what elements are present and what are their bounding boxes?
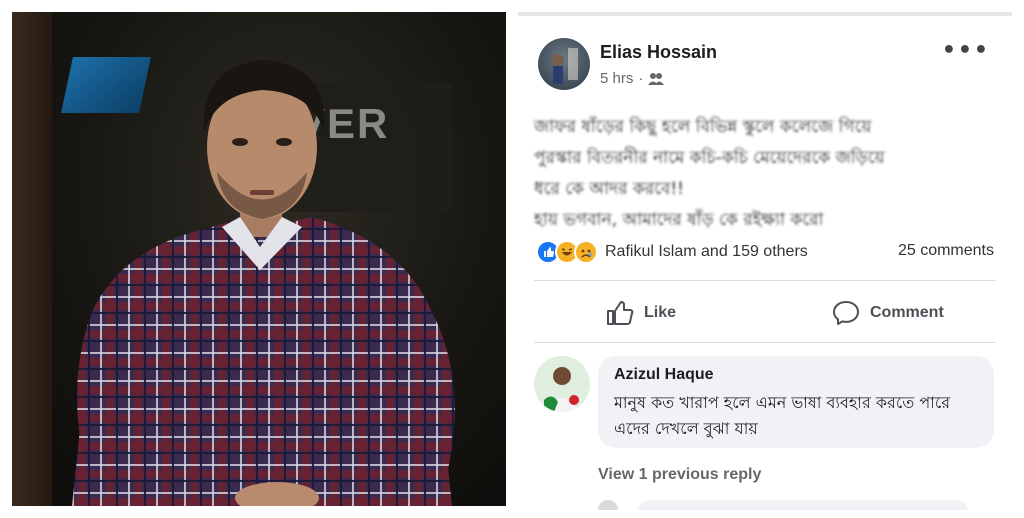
divider xyxy=(534,342,996,343)
like-icon xyxy=(607,301,634,325)
post-time[interactable]: 5 hrs xyxy=(600,70,633,87)
comment-text: মানুষ কত খারাপ হলে এমন ভাষা ব্যবহার করতে… xyxy=(614,393,951,438)
reaction-summary[interactable]: Rafikul Islam and 159 others xyxy=(536,240,808,264)
sad-reaction-icon xyxy=(574,240,598,264)
meta-separator: · xyxy=(638,70,644,87)
presenter-figure xyxy=(72,60,455,506)
comment-icon xyxy=(833,301,859,325)
more-options-button[interactable]: ••• xyxy=(942,38,990,63)
comment-bubble: Azizul Haque মানুষ কত খারাপ হলে এমন ভাষা… xyxy=(598,356,994,448)
comment-label: Comment xyxy=(870,304,944,321)
comment-button[interactable]: Comment xyxy=(832,300,944,326)
like-label: Like xyxy=(644,304,677,321)
author-name[interactable]: Elias Hossain xyxy=(600,42,717,63)
commenter-avatar[interactable] xyxy=(534,356,590,412)
news-photo: VER xyxy=(12,12,506,506)
commenter-name[interactable]: Azizul Haque xyxy=(614,366,714,384)
author-avatar[interactable] xyxy=(538,38,590,90)
like-button[interactable]: Like xyxy=(606,300,676,326)
divider xyxy=(534,280,996,281)
facebook-post: Elias Hossain 5 hrs · ••• জাফর ষাঁড়ের ক… xyxy=(518,12,1012,510)
post-meta: 5 hrs · xyxy=(600,70,665,87)
view-previous-reply-link[interactable]: View 1 previous reply xyxy=(598,466,761,484)
next-reply-avatar xyxy=(598,500,618,510)
friends-icon xyxy=(648,72,665,85)
post-body-text: জাফর ষাঁড়ের কিছু হলে বিভিন্ন স্কুলে কলে… xyxy=(534,117,885,230)
comments-count[interactable]: 25 comments xyxy=(898,242,994,260)
reactors-text[interactable]: Rafikul Islam and 159 others xyxy=(605,243,808,261)
next-reply-bubble xyxy=(638,500,968,510)
